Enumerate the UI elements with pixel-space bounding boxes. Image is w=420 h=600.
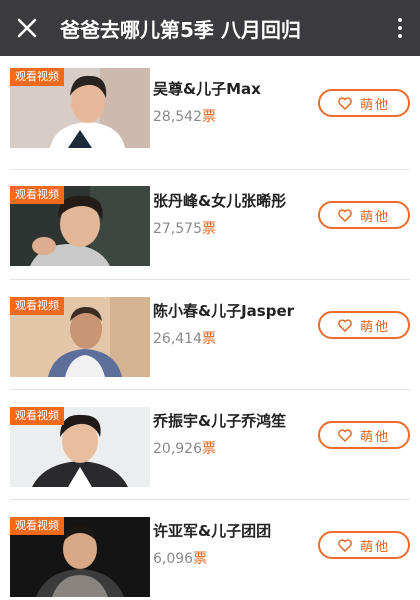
list-item: 观看视频 吴尊&儿子Max 28,542票 萌他 [10, 60, 410, 170]
vote-count: 27,575票 [153, 221, 216, 237]
list-item: 观看视频 许亚军&儿子团团 6,096票 萌他 [10, 500, 410, 600]
contestant-name: 陈小春&儿子Jasper [153, 302, 295, 320]
contestant-name: 张丹峰&女儿张晞彤 [153, 192, 287, 210]
watch-video-badge: 观看视频 [10, 407, 64, 425]
watch-video-badge: 观看视频 [10, 186, 64, 204]
heart-icon [338, 318, 352, 332]
video-thumbnail[interactable]: 观看视频 [10, 517, 150, 597]
close-icon [17, 18, 37, 38]
heart-icon [338, 208, 352, 222]
candidate-list: 观看视频 吴尊&儿子Max 28,542票 萌他 观看视频 张丹峰&女儿张晞彤 … [10, 60, 410, 600]
like-button[interactable]: 萌他 [318, 531, 410, 559]
vote-count: 6,096票 [153, 551, 208, 567]
like-button[interactable]: 萌他 [318, 201, 410, 229]
video-thumbnail[interactable]: 观看视频 [10, 407, 150, 487]
heart-icon [338, 428, 352, 442]
vote-count: 28,542票 [153, 109, 216, 125]
heart-icon [338, 538, 352, 552]
vote-count: 26,414票 [153, 331, 216, 347]
watch-video-badge: 观看视频 [10, 517, 64, 535]
like-button[interactable]: 萌他 [318, 89, 410, 117]
contestant-name: 吴尊&儿子Max [153, 80, 261, 98]
like-button[interactable]: 萌他 [318, 421, 410, 449]
list-item: 观看视频 张丹峰&女儿张晞彤 27,575票 萌他 [10, 170, 410, 280]
page-title: 爸爸去哪儿第5季 八月回归 [60, 17, 301, 42]
app-header: 爸爸去哪儿第5季 八月回归 [0, 0, 420, 56]
watch-video-badge: 观看视频 [10, 68, 64, 86]
video-thumbnail[interactable]: 观看视频 [10, 297, 150, 377]
video-thumbnail[interactable]: 观看视频 [10, 186, 150, 266]
vote-count: 20,926票 [153, 441, 216, 457]
list-item: 观看视频 陈小春&儿子Jasper 26,414票 萌他 [10, 280, 410, 390]
contestant-name: 许亚军&儿子团团 [153, 522, 272, 540]
more-options-button[interactable] [388, 12, 412, 44]
contestant-name: 乔振宇&儿子乔鸿笙 [153, 412, 287, 430]
close-button[interactable] [0, 0, 54, 56]
list-item: 观看视频 乔振宇&儿子乔鸿笙 20,926票 萌他 [10, 390, 410, 500]
more-vertical-icon [398, 18, 402, 22]
watch-video-badge: 观看视频 [10, 297, 64, 315]
heart-icon [338, 96, 352, 110]
like-button[interactable]: 萌他 [318, 311, 410, 339]
video-thumbnail[interactable]: 观看视频 [10, 68, 150, 148]
